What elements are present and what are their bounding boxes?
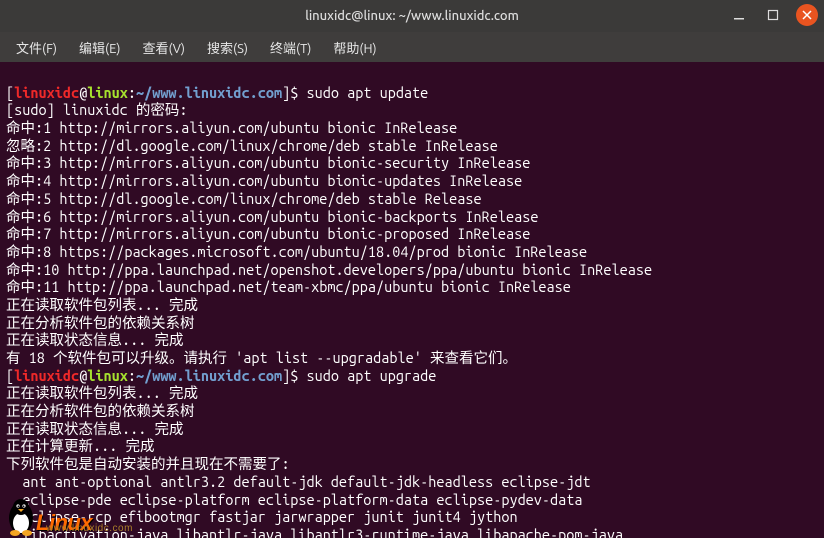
output-line: eclipse-rcp efibootmgr fastjar jarwrappe… xyxy=(6,508,518,525)
maximize-icon xyxy=(767,9,779,21)
output-line: 忽略:2 http://dl.google.com/linux/chrome/d… xyxy=(6,137,498,154)
close-icon xyxy=(802,10,812,20)
output-line: 命中:3 http://mirrors.aliyun.com/ubuntu bi… xyxy=(6,154,530,171)
output-line: 命中:5 http://dl.google.com/linux/chrome/d… xyxy=(6,190,482,207)
output-line: 正在读取软件包列表... 完成 xyxy=(6,296,198,313)
menu-edit[interactable]: 编辑(E) xyxy=(71,34,128,61)
output-line: 有 18 个软件包可以升级。请执行 'apt list --upgradable… xyxy=(6,349,517,366)
output-line: 正在读取状态信息... 完成 xyxy=(6,420,183,437)
output-line: libactivation-java libantlr-java libantl… xyxy=(6,526,623,538)
prompt-path: ~/www.linuxidc.com xyxy=(136,367,282,384)
output-line: 正在分析软件包的依赖关系树 xyxy=(6,402,195,419)
output-line: 命中:8 https://packages.microsoft.com/ubun… xyxy=(6,243,587,260)
command-text: sudo apt update xyxy=(298,84,428,101)
output-line: 命中:4 http://mirrors.aliyun.com/ubuntu bi… xyxy=(6,172,522,189)
close-button[interactable] xyxy=(796,4,818,26)
minimize-icon xyxy=(733,9,745,21)
titlebar: linuxidc@linux: ~/www.linuxidc.com xyxy=(0,0,824,32)
prompt-host: linux xyxy=(87,367,128,384)
output-line: 命中:10 http://ppa.launchpad.net/openshot.… xyxy=(6,261,652,278)
output-line: 下列软件包是自动安装的并且现在不需要了: xyxy=(6,455,290,472)
maximize-button[interactable] xyxy=(762,4,784,26)
menubar: 文件(F) 编辑(E) 查看(V) 搜索(S) 终端(T) 帮助(H) xyxy=(0,32,824,62)
output-line: eclipse-pde eclipse-platform eclipse-pla… xyxy=(6,491,583,508)
output-line: 命中:11 http://ppa.launchpad.net/team-xbmc… xyxy=(6,278,571,295)
menu-terminal[interactable]: 终端(T) xyxy=(262,34,319,61)
menu-help[interactable]: 帮助(H) xyxy=(325,34,384,61)
output-line: ant ant-optional antlr3.2 default-jdk de… xyxy=(6,473,591,490)
prompt-path: ~/www.linuxidc.com xyxy=(136,84,282,101)
output-line: 正在计算更新... 完成 xyxy=(6,437,154,454)
output-line: 正在分析软件包的依赖关系树 xyxy=(6,314,195,331)
window-title: linuxidc@linux: ~/www.linuxidc.com xyxy=(305,9,519,23)
output-line: 正在读取软件包列表... 完成 xyxy=(6,384,198,401)
menu-view[interactable]: 查看(V) xyxy=(135,34,193,61)
prompt-user: linuxidc xyxy=(14,84,79,101)
window-controls xyxy=(728,4,818,26)
terminal-output[interactable]: [linuxidc@linux:~/www.linuxidc.com]$ sud… xyxy=(0,62,824,538)
command-text: sudo apt upgrade xyxy=(298,367,436,384)
output-line: 命中:6 http://mirrors.aliyun.com/ubuntu bi… xyxy=(6,208,538,225)
output-line: 正在读取状态信息... 完成 xyxy=(6,331,183,348)
menu-file[interactable]: 文件(F) xyxy=(8,34,65,61)
prompt-user: linuxidc xyxy=(14,367,79,384)
output-line: 命中:1 http://mirrors.aliyun.com/ubuntu bi… xyxy=(6,119,457,136)
prompt-host: linux xyxy=(87,84,128,101)
output-line: 命中:7 http://mirrors.aliyun.com/ubuntu bi… xyxy=(6,225,530,242)
output-line: [sudo] linuxidc 的密码: xyxy=(6,101,188,118)
minimize-button[interactable] xyxy=(728,4,750,26)
menu-search[interactable]: 搜索(S) xyxy=(199,34,256,61)
